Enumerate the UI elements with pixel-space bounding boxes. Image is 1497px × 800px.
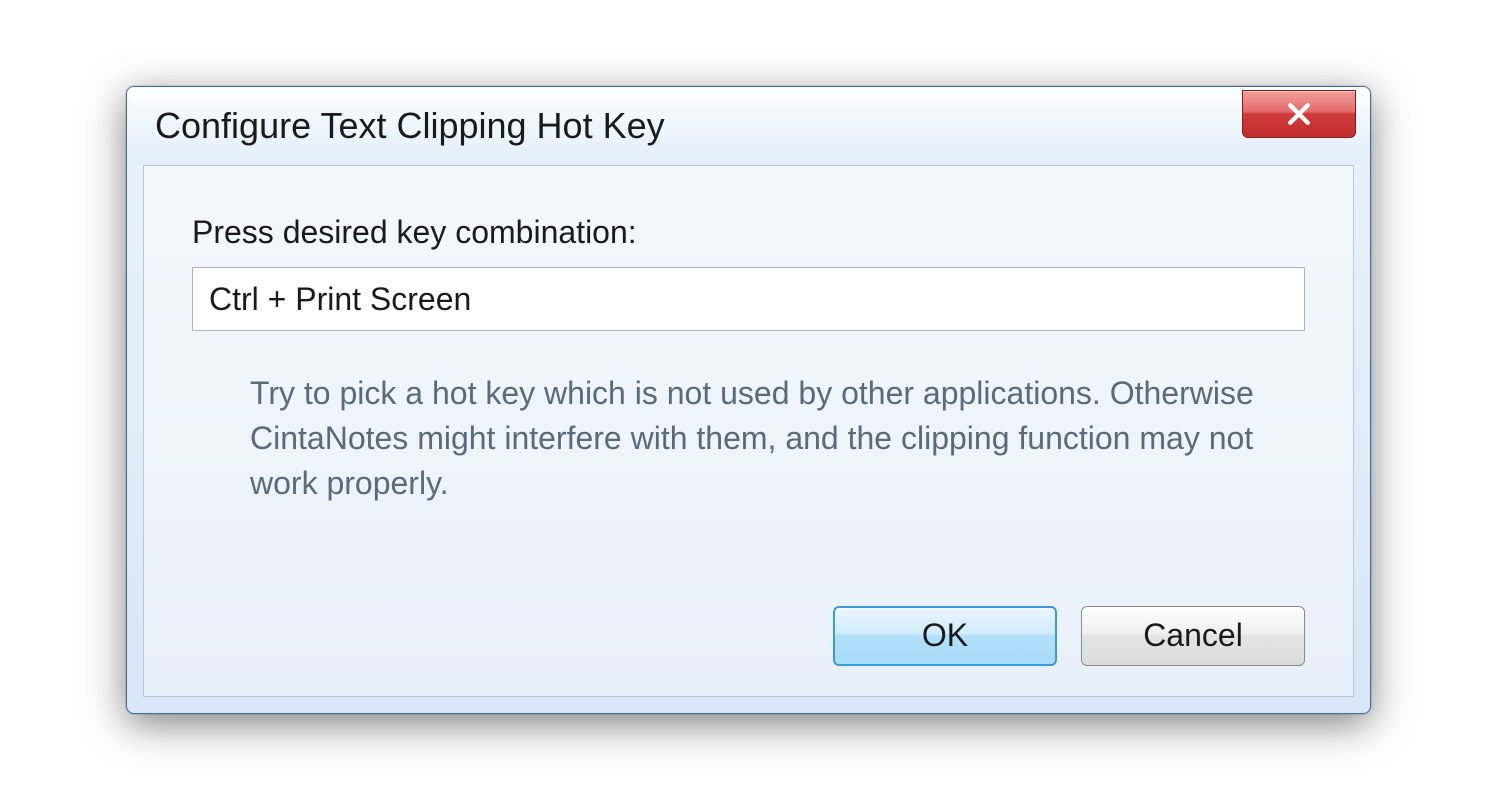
content-panel: Press desired key combination: Try to pi… bbox=[143, 165, 1354, 696]
close-icon bbox=[1285, 100, 1313, 128]
hotkey-input[interactable] bbox=[192, 267, 1305, 331]
hotkey-field-label: Press desired key combination: bbox=[192, 214, 1305, 251]
hotkey-config-dialog: Configure Text Clipping Hot Key Press de… bbox=[126, 86, 1371, 713]
dialog-title: Configure Text Clipping Hot Key bbox=[155, 105, 665, 147]
hint-text: Try to pick a hot key which is not used … bbox=[250, 371, 1285, 505]
titlebar[interactable]: Configure Text Clipping Hot Key bbox=[127, 87, 1370, 165]
close-button[interactable] bbox=[1242, 90, 1356, 138]
button-row: OK Cancel bbox=[192, 606, 1305, 666]
ok-button[interactable]: OK bbox=[833, 606, 1057, 666]
cancel-button[interactable]: Cancel bbox=[1081, 606, 1305, 666]
